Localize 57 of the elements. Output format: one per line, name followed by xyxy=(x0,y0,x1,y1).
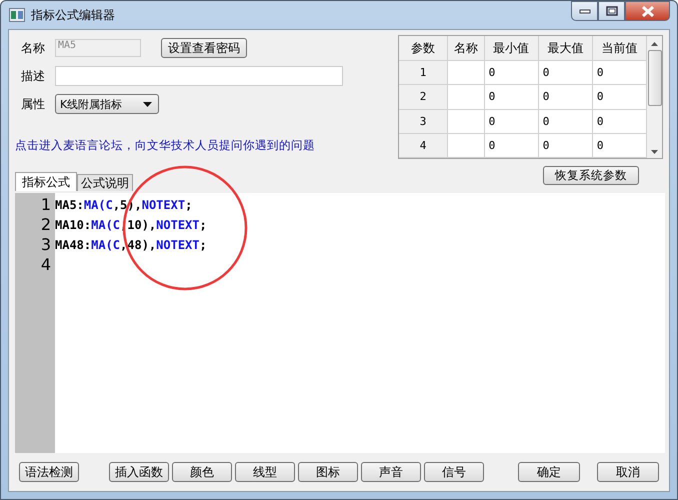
table-cell[interactable]: 0 xyxy=(484,60,538,85)
toolbar-button[interactable]: 线型 xyxy=(235,462,295,482)
dropdown-arrow-icon xyxy=(143,102,152,106)
table-cell[interactable]: 0 xyxy=(538,60,592,85)
forum-link[interactable]: 点击进入麦语言论坛，向文华技术人员提问你遇到的问题 xyxy=(15,138,343,153)
maximize-button[interactable] xyxy=(598,1,625,21)
tab[interactable]: 指标公式 xyxy=(15,172,77,191)
close-button[interactable] xyxy=(625,1,670,21)
set-password-button[interactable]: 设置查看密码 xyxy=(161,38,247,58)
table-cell[interactable]: 0 xyxy=(538,133,592,158)
column-header: 当前值 xyxy=(592,36,646,60)
table-cell[interactable]: 0 xyxy=(538,84,592,109)
name-label: 名称 xyxy=(21,40,46,56)
minimize-icon xyxy=(578,8,590,14)
row-header: 4 xyxy=(399,133,448,158)
toolbar-button[interactable]: 图标 xyxy=(298,462,358,482)
tab[interactable]: 公式说明 xyxy=(77,174,133,191)
dialog-button[interactable]: 确定 xyxy=(518,462,580,482)
description-field[interactable] xyxy=(55,66,343,86)
table-cell[interactable]: 0 xyxy=(484,133,538,158)
column-header: 最大值 xyxy=(538,36,592,60)
row-header: 1 xyxy=(399,60,448,85)
row-header: 2 xyxy=(399,84,448,109)
table-cell[interactable] xyxy=(448,109,484,134)
line-number: 1 xyxy=(40,195,51,215)
app-icon xyxy=(9,8,25,22)
toolbar-button[interactable]: 信号 xyxy=(424,462,484,482)
scroll-down-icon xyxy=(651,150,658,154)
table-cell[interactable] xyxy=(448,133,484,158)
restore-params-button[interactable]: 恢复系统参数 xyxy=(543,166,639,185)
toolbar-button[interactable]: 颜色 xyxy=(172,462,232,482)
dialog-button[interactable]: 取消 xyxy=(597,462,659,482)
maximize-icon xyxy=(606,6,618,16)
window-title: 指标公式编辑器 xyxy=(31,6,115,24)
attribute-dropdown[interactable]: K线附属指标 xyxy=(55,94,159,114)
column-header: 名称 xyxy=(448,36,484,60)
line-number: 3 xyxy=(40,235,51,255)
description-label: 描述 xyxy=(21,68,46,84)
toolbar-button[interactable]: 插入函数 xyxy=(109,462,169,482)
syntax-check-button[interactable]: 语法检测 xyxy=(19,462,79,482)
scroll-thumb[interactable] xyxy=(648,50,662,106)
table-cell[interactable]: 0 xyxy=(484,109,538,134)
toolbar-button[interactable]: 声音 xyxy=(361,462,421,482)
line-number: 2 xyxy=(40,215,51,235)
attribute-label: 属性 xyxy=(21,96,46,112)
column-header: 最小值 xyxy=(484,36,538,60)
table-cell[interactable] xyxy=(448,84,484,109)
scrollbar[interactable] xyxy=(647,36,662,158)
row-header: 3 xyxy=(399,109,448,134)
table-cell[interactable] xyxy=(448,60,484,85)
column-header: 参数 xyxy=(399,36,448,60)
minimize-button[interactable] xyxy=(571,1,598,21)
line-number: 4 xyxy=(40,255,51,275)
table-cell[interactable]: 0 xyxy=(484,84,538,109)
table-cell[interactable]: 0 xyxy=(538,109,592,134)
close-icon xyxy=(640,6,654,16)
scroll-up-icon xyxy=(651,42,658,46)
